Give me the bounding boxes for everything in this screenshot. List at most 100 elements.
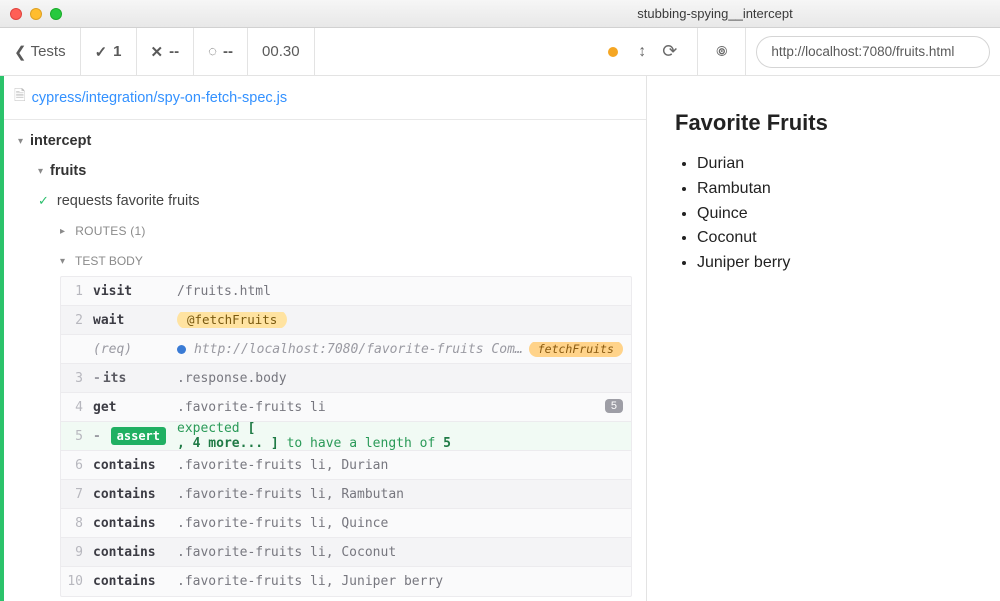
check-icon: ✓ <box>95 43 108 61</box>
command-number: 10 <box>61 574 89 589</box>
command-name: -its <box>89 371 173 386</box>
command-message: .favorite-fruits li, Quince <box>173 516 631 531</box>
command-number: 1 <box>61 284 89 299</box>
back-to-tests-button[interactable]: ❮ Tests <box>0 28 81 75</box>
command-name: visit <box>89 284 173 299</box>
alias-pill: @fetchFruits <box>177 312 287 328</box>
command-row[interactable]: 9contains.favorite-fruits li, Coconut <box>61 538 631 567</box>
aut-panel: Favorite Fruits DurianRambutanQuinceCoco… <box>647 76 1000 601</box>
command-message: .favorite-fruits li, Juniper berry <box>173 574 631 589</box>
list-item: Quince <box>697 202 972 227</box>
command-row[interactable]: 7contains.favorite-fruits li, Rambutan <box>61 480 631 509</box>
command-row[interactable]: (req)http://localhost:7080/favorite-frui… <box>61 335 631 364</box>
xhr-dot-icon <box>177 345 186 354</box>
command-message: /fruits.html <box>173 284 631 299</box>
list-item: Durian <box>697 152 972 177</box>
window-titlebar: stubbing-spying__intercept <box>0 0 1000 28</box>
command-number: 3 <box>61 371 89 386</box>
command-number: 7 <box>61 487 89 502</box>
command-message: expected [ , 4 more... ] to have a lengt… <box>173 421 631 451</box>
url-bar <box>746 28 1000 75</box>
list-item: Juniper berry <box>697 251 972 276</box>
command-row[interactable]: 10contains.favorite-fruits li, Juniper b… <box>61 567 631 596</box>
command-message: @fetchFruits <box>173 312 631 328</box>
file-icon: 🗎 <box>14 85 26 110</box>
command-row[interactable]: 8contains.favorite-fruits li, Quince <box>61 509 631 538</box>
viewport-toggle-button[interactable]: ↕ <box>638 43 646 61</box>
runner-toolbar: ❮ Tests ✓ 1 ✕ -- ◌ -- 00.30 ↕ ⟳ 🞋 <box>0 28 1000 76</box>
toolbar-controls: ↕ ⟳ <box>596 28 698 75</box>
command-number: 8 <box>61 516 89 531</box>
context-title: fruits <box>50 163 86 179</box>
chevron-left-icon: ❮ <box>14 43 27 61</box>
command-log: 1visit/fruits.html 2wait @fetchFruits (req)… <box>60 276 632 597</box>
command-row[interactable]: 4get.favorite-fruits li5 <box>61 393 631 422</box>
x-icon: ✕ <box>151 43 164 61</box>
command-row[interactable]: 5- assertexpected [ , 4 more... ] to hav… <box>61 422 631 451</box>
test-row[interactable]: ✓ requests favorite fruits <box>0 186 646 216</box>
command-message: .favorite-fruits li, Coconut <box>173 545 631 560</box>
routes-label: ROUTES (1) <box>75 224 145 238</box>
context-row-fruits[interactable]: ▾ fruits <box>0 156 646 186</box>
command-row[interactable]: 6contains.favorite-fruits li, Durian <box>61 451 631 480</box>
list-item: Coconut <box>697 226 972 251</box>
command-name: contains <box>89 516 173 531</box>
command-row[interactable]: 1visit/fruits.html <box>61 277 631 306</box>
time-value: 00.30 <box>262 43 300 60</box>
command-row[interactable]: 3-its.response.body <box>61 364 631 393</box>
pending-count: -- <box>223 43 233 60</box>
caret-down-icon: ▾ <box>38 166 43 177</box>
fruit-list: DurianRambutanQuinceCoconutJuniper berry <box>675 152 972 276</box>
reload-button[interactable]: ⟳ <box>662 41 677 62</box>
caret-down-icon: ▾ <box>18 136 23 147</box>
spec-file-row[interactable]: 🗎 cypress/integration/spy-on-fetch-spec.… <box>0 76 646 120</box>
list-item: Rambutan <box>697 177 972 202</box>
test-title: requests favorite fruits <box>57 193 200 209</box>
stats-pending: ◌ -- <box>194 28 248 75</box>
status-bar <box>0 76 4 601</box>
circle-icon: ◌ <box>208 43 217 60</box>
stats-failed: ✕ -- <box>137 28 195 75</box>
command-row[interactable]: 2wait @fetchFruits <box>61 306 631 335</box>
stats-passed: ✓ 1 <box>81 28 137 75</box>
window-title: stubbing-spying__intercept <box>637 6 792 21</box>
aut-heading: Favorite Fruits <box>675 110 972 136</box>
suite-title: intercept <box>30 133 91 149</box>
command-number: 4 <box>61 400 89 415</box>
spec-path: cypress/integration/spy-on-fetch-spec.js <box>32 90 287 106</box>
testbody-label: TEST BODY <box>75 254 143 268</box>
command-message: http://localhost:7080/favorite-fruits Co… <box>173 342 631 357</box>
selector-playground-button[interactable]: 🞋 <box>698 28 746 75</box>
command-number: 2 <box>61 313 89 328</box>
caret-down-icon: ▾ <box>60 256 65 267</box>
caret-right-icon: ▸ <box>60 226 65 237</box>
command-message: .response.body <box>173 371 631 386</box>
stats-time: 00.30 <box>248 28 315 75</box>
command-number: 9 <box>61 545 89 560</box>
check-icon: ✓ <box>38 193 49 209</box>
command-name: contains <box>89 487 173 502</box>
command-name: (req) <box>89 342 173 357</box>
command-name: - assert <box>89 429 173 444</box>
failed-count: -- <box>169 43 179 60</box>
command-name: contains <box>89 458 173 473</box>
command-message: .favorite-fruits li <box>173 400 631 415</box>
passed-count: 1 <box>113 43 121 60</box>
back-label: Tests <box>31 43 66 60</box>
command-name: wait <box>89 313 173 328</box>
command-message: .favorite-fruits li, Rambutan <box>173 487 631 502</box>
command-name: contains <box>89 545 173 560</box>
recording-indicator-icon <box>608 47 618 57</box>
reporter-panel: 🗎 cypress/integration/spy-on-fetch-spec.… <box>0 76 647 601</box>
command-name: get <box>89 400 173 415</box>
url-input[interactable] <box>756 36 990 68</box>
suite-row-intercept[interactable]: ▾ intercept <box>0 126 646 156</box>
command-name: contains <box>89 574 173 589</box>
route-tag-pill: fetchFruits <box>529 342 623 357</box>
command-number: 5 <box>61 429 89 444</box>
element-count-badge: 5 <box>605 399 623 413</box>
routes-section-toggle[interactable]: ▸ ROUTES (1) <box>60 216 646 246</box>
testbody-section-toggle[interactable]: ▾ TEST BODY <box>60 246 646 276</box>
target-icon: 🞋 <box>716 43 727 60</box>
command-message: .favorite-fruits li, Durian <box>173 458 631 473</box>
